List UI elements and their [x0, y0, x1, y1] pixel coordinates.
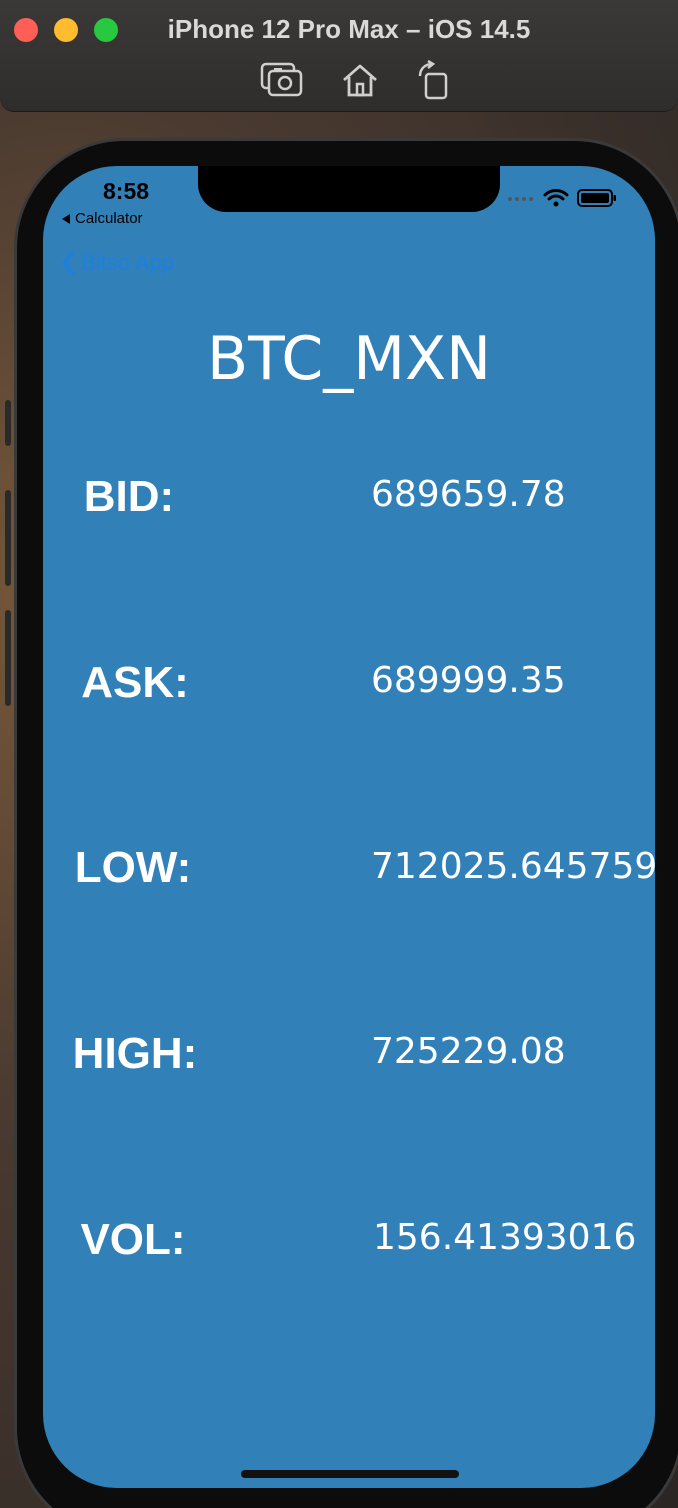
nav-back-button[interactable]: Bitso App: [61, 250, 174, 276]
return-app-label: Calculator: [75, 210, 143, 227]
volume-down-button: [5, 610, 11, 706]
simulator-window: iPhone 12 Pro Max – iOS 14.5 8:58 Calcul…: [0, 0, 678, 1508]
high-value: 725229.08: [371, 1031, 566, 1072]
status-indicators: [507, 188, 617, 208]
screenshot-icon: [260, 62, 303, 97]
notch: [198, 166, 500, 212]
bid-value: 689659.78: [371, 474, 566, 515]
rotate-icon: [418, 60, 448, 100]
status-time: 8:58: [103, 178, 150, 204]
cellular-signal-icon: [508, 197, 533, 201]
ask-label: ASK:: [81, 658, 189, 707]
nav-back-label: Bitso App: [81, 250, 174, 275]
home-icon: [343, 64, 377, 97]
screenshot-button[interactable]: [258, 58, 306, 102]
simulator-toolbar: iPhone 12 Pro Max – iOS 14.5: [0, 0, 678, 112]
device-screen: 8:58 Calculator Bitso App BTC_MXN BID: 6…: [43, 166, 655, 1488]
chevron-left-icon: [62, 251, 75, 275]
home-indicator[interactable]: [241, 1470, 459, 1478]
simulator-title: iPhone 12 Pro Max – iOS 14.5: [167, 14, 531, 44]
bid-label: BID:: [83, 472, 175, 521]
mute-switch: [5, 400, 11, 446]
vol-value: 156.41393016: [373, 1217, 637, 1258]
back-triangle-icon: [62, 213, 70, 224]
wifi-icon: [543, 189, 569, 207]
low-value: 712025.645759: [371, 846, 655, 887]
return-to-app-link[interactable]: Calculator: [61, 210, 143, 227]
ask-value: 689999.35: [371, 660, 566, 701]
vol-label: VOL:: [80, 1215, 186, 1264]
battery-icon: [577, 189, 616, 207]
home-button[interactable]: [336, 58, 384, 102]
volume-up-button: [5, 490, 11, 586]
low-label: LOW:: [74, 843, 192, 892]
rotate-button[interactable]: [410, 58, 458, 102]
pair-title: BTC_MXN: [207, 324, 491, 394]
high-label: HIGH:: [72, 1029, 198, 1078]
